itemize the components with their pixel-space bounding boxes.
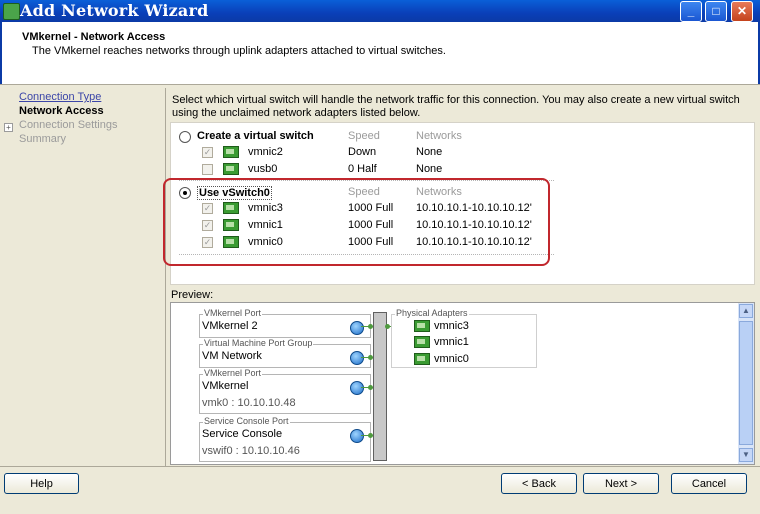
nav-divider	[165, 88, 166, 466]
wizard-steps: Connection Type Network Access Connectio…	[0, 86, 164, 466]
scroll-up-icon[interactable]: ▲	[739, 304, 753, 318]
create-switch-label[interactable]: Create a virtual switch	[197, 130, 314, 142]
physical-adapter-name: vmnic0	[434, 353, 469, 365]
scroll-down-icon[interactable]: ▼	[739, 448, 753, 462]
vusb0-checkbox[interactable]	[202, 164, 213, 175]
port-group-box: Virtual Machine Port Group VM Network	[199, 338, 371, 368]
preview-pane: VMkernel Port VMkernel 2 Virtual Machine…	[170, 302, 755, 465]
expand-icon[interactable]: +	[4, 123, 13, 132]
globe-icon	[350, 351, 364, 365]
adapter-name: vmnic2	[248, 146, 283, 158]
port-group-box: VMkernel Port VMkernel vmk0 : 10.10.10.4…	[199, 368, 371, 414]
port-group-box: Service Console Port Service Console vsw…	[199, 416, 371, 462]
step-connection-settings: Connection Settings	[19, 119, 118, 131]
footer-divider	[0, 466, 760, 467]
nic-icon	[223, 163, 239, 175]
port-group-type: Virtual Machine Port Group	[203, 338, 314, 348]
instructions-text: Select which virtual switch will handle …	[172, 94, 740, 119]
create-switch-radio[interactable]	[179, 131, 191, 143]
networks-header: Networks	[416, 130, 462, 142]
highlight-box	[163, 178, 550, 266]
help-button[interactable]: Help	[4, 473, 79, 494]
port-group-type: VMkernel Port	[203, 368, 263, 378]
app-icon	[3, 3, 20, 20]
cancel-button[interactable]: Cancel	[671, 473, 747, 494]
step-connection-type[interactable]: Connection Type	[19, 91, 101, 103]
step-summary: Summary	[19, 133, 67, 145]
physical-adapter-name: vmnic3	[434, 320, 469, 332]
nic-icon	[414, 353, 430, 365]
globe-icon	[350, 321, 364, 335]
title-bar: Add Network Wizard _ □ ✕	[0, 0, 760, 22]
header-divider	[0, 84, 760, 85]
physical-adapters-box: Physical Adapters vmnic3 vmnic1 vmnic0	[391, 308, 537, 368]
nic-icon	[414, 336, 430, 348]
port-group-type: Service Console Port	[203, 416, 290, 426]
adapter-speed: 0 Half	[348, 163, 377, 175]
close-button[interactable]: ✕	[731, 1, 753, 22]
vmnic2-checkbox[interactable]: ✓	[202, 147, 213, 158]
adapter-name: vusb0	[248, 163, 278, 175]
port-group-name: VM Network	[202, 350, 262, 362]
adapter-speed: Down	[348, 146, 377, 158]
vswitch-bus	[373, 312, 387, 461]
page-subtitle: The VMkernel reaches networks through up…	[32, 45, 446, 57]
port-group-type: VMkernel Port	[203, 308, 263, 318]
next-button[interactable]: Next >	[583, 473, 659, 494]
nic-icon	[223, 146, 239, 158]
port-group-name: Service Console	[202, 428, 283, 440]
back-button[interactable]: < Back	[501, 473, 577, 494]
adapter-networks: None	[416, 146, 443, 158]
adapter-networks: None	[416, 163, 443, 175]
globe-icon	[350, 381, 364, 395]
wizard-header: VMkernel - Network Access The VMkernel r…	[0, 22, 760, 84]
globe-icon	[350, 429, 364, 443]
scroll-thumb[interactable]	[739, 321, 753, 445]
page-title: VMkernel - Network Access	[22, 31, 166, 43]
preview-scrollbar[interactable]: ▲ ▼	[738, 303, 754, 464]
speed-header: Speed	[348, 130, 380, 142]
port-group-address: vmk0 : 10.10.10.48	[202, 397, 296, 409]
connection-dot	[385, 324, 390, 329]
port-group-address: vswif0 : 10.10.10.46	[202, 445, 300, 457]
maximize-button[interactable]: □	[705, 1, 727, 22]
port-group-name: VMkernel	[202, 380, 249, 392]
preview-label: Preview:	[171, 289, 214, 301]
port-group-name: VMkernel 2	[202, 320, 258, 332]
nic-icon	[414, 320, 430, 332]
physical-adapter-name: vmnic1	[434, 336, 469, 348]
port-group-box: VMkernel Port VMkernel 2	[199, 308, 371, 338]
minimize-button[interactable]: _	[680, 1, 702, 22]
physical-adapters-label: Physical Adapters	[395, 308, 469, 318]
window-title: Add Network Wizard	[20, 1, 209, 20]
step-network-access: Network Access	[19, 105, 104, 117]
